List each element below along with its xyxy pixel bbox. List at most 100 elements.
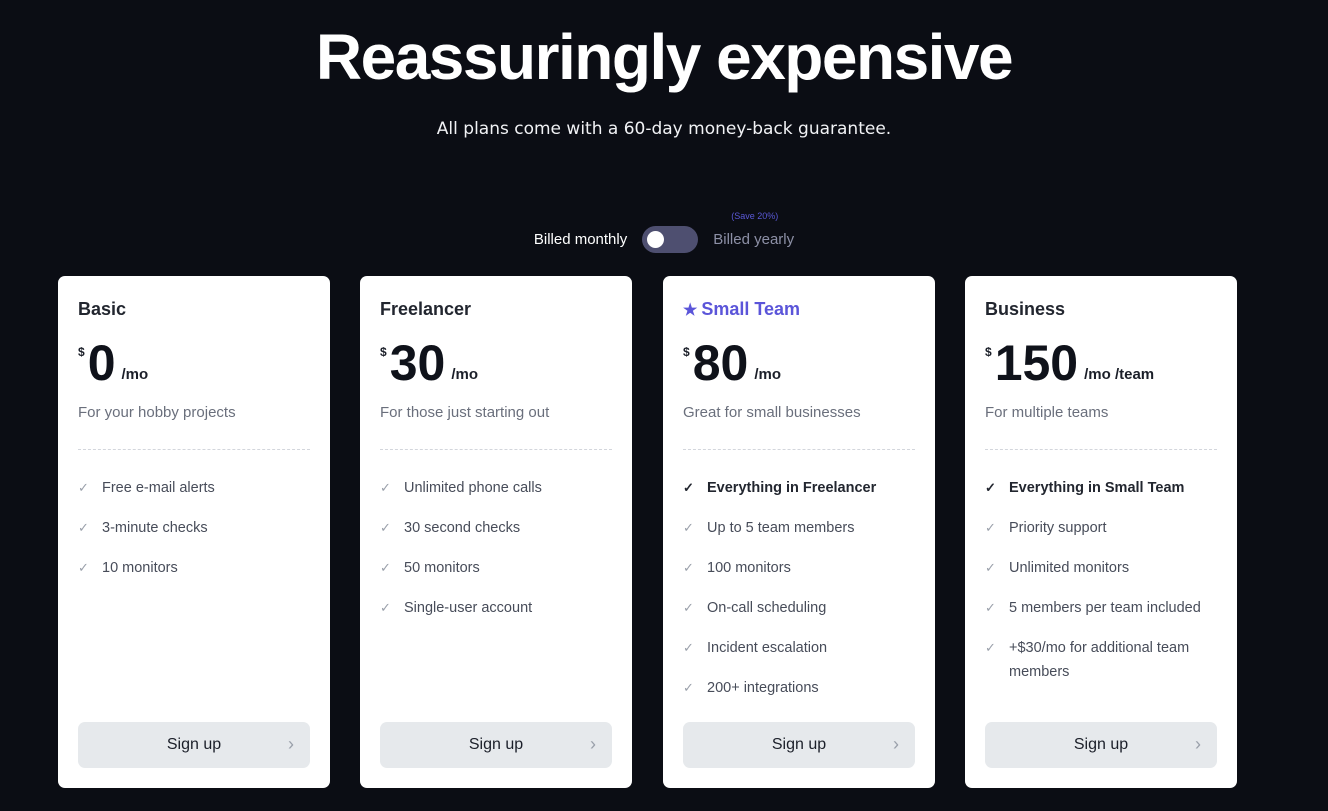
- plan-name: Business: [985, 299, 1066, 319]
- plan-price: $ 30 /mo: [380, 336, 478, 390]
- signup-button-freelancer[interactable]: Sign up ›: [380, 722, 612, 768]
- check-icon: ✓: [78, 520, 89, 535]
- feature-item: ✓ Up to 5 team members: [683, 516, 921, 540]
- plan-card-small-team: ★ Small Team $ 80 /mo Great for small bus…: [663, 276, 935, 788]
- price-amount: 30: [389, 335, 446, 391]
- feature-text: 200+ integrations: [707, 680, 819, 696]
- feature-text: Unlimited phone calls: [404, 480, 542, 496]
- star-icon: ★: [683, 302, 698, 319]
- currency-symbol: $: [78, 345, 85, 359]
- check-icon: ✓: [380, 520, 391, 535]
- feature-text: Free e-mail alerts: [102, 480, 215, 496]
- feature-item: ✓ 100 monitors: [683, 556, 921, 580]
- chevron-right-icon: ›: [893, 734, 899, 754]
- price-period: /mo: [451, 366, 478, 383]
- divider: [985, 449, 1217, 450]
- feature-text: 50 monitors: [404, 560, 480, 576]
- feature-item: ✓ Unlimited monitors: [985, 556, 1217, 580]
- plan-description: For multiple teams: [985, 404, 1109, 421]
- check-icon: ✓: [985, 560, 996, 575]
- feature-item: ✓ 30 second checks: [380, 516, 618, 540]
- save-badge: (Save 20%): [731, 210, 779, 221]
- feature-item: ✓ Single-user account: [380, 596, 618, 620]
- check-icon: ✓: [380, 560, 391, 575]
- feature-text: Priority support: [1009, 520, 1107, 536]
- feature-text: Unlimited monitors: [1009, 560, 1130, 576]
- feature-item: ✓ Free e-mail alerts: [78, 476, 316, 500]
- billed-yearly-label[interactable]: (Save 20%) Billed yearly: [713, 211, 795, 248]
- divider: [78, 449, 310, 450]
- feature-text: +$30/mo for additional team members: [1009, 640, 1190, 680]
- check-icon: ✓: [78, 560, 89, 575]
- signup-label: Sign up: [1073, 736, 1129, 753]
- check-icon: ✓: [380, 480, 391, 495]
- plan-name: Basic: [78, 299, 127, 319]
- toggle-knob: [647, 230, 665, 248]
- plan-description: For your hobby projects: [78, 404, 236, 421]
- page-subtitle: All plans come with a 60-day money-back …: [436, 119, 892, 139]
- currency-symbol: $: [380, 345, 387, 359]
- feature-text: Incident escalation: [707, 640, 828, 656]
- currency-symbol: $: [985, 345, 992, 359]
- feature-item: ✓ 3-minute checks: [78, 516, 316, 540]
- plan-description: For those just starting out: [380, 404, 550, 421]
- feature-item: ✓ 50 monitors: [380, 556, 618, 580]
- plan-name-featured: ★ Small Team: [683, 299, 800, 320]
- signup-button-small-team[interactable]: Sign up ›: [683, 722, 915, 768]
- price-period: /mo /team: [1084, 366, 1155, 383]
- feature-text: Single-user account: [404, 600, 533, 616]
- feature-item: ✓ Everything in Small Team: [985, 476, 1217, 500]
- plan-description: Great for small businesses: [683, 404, 861, 421]
- chevron-right-icon: ›: [1195, 734, 1201, 754]
- divider: [683, 449, 915, 450]
- signup-button-basic[interactable]: Sign up ›: [78, 722, 310, 768]
- billed-yearly-text: Billed yearly: [713, 230, 795, 248]
- feature-item: ✓ 200+ integrations: [683, 676, 921, 700]
- check-icon: ✓: [985, 600, 996, 615]
- plan-card-business: Business $ 150 /mo /team For multiple te…: [965, 276, 1237, 788]
- billed-monthly-label[interactable]: Billed monthly: [534, 231, 627, 248]
- feature-text: 5 members per team included: [1009, 600, 1201, 616]
- price-period: /mo: [754, 366, 781, 383]
- check-icon: ✓: [985, 640, 996, 655]
- signup-label: Sign up: [771, 736, 827, 753]
- chevron-right-icon: ›: [288, 734, 294, 754]
- feature-item: ✓ Incident escalation: [683, 636, 921, 660]
- billing-toggle[interactable]: [642, 225, 699, 253]
- plan-price: $ 0 /mo: [78, 336, 148, 390]
- check-icon: ✓: [683, 600, 694, 615]
- price-period: /mo: [121, 366, 149, 383]
- feature-text: 30 second checks: [404, 520, 521, 536]
- feature-text: Up to 5 team members: [707, 520, 855, 536]
- check-icon: ✓: [380, 600, 391, 615]
- plan-price: $ 80 /mo: [683, 336, 781, 390]
- feature-text: 100 monitors: [707, 560, 791, 576]
- feature-list: ✓ Everything in Freelancer ✓ Up to 5 team …: [683, 476, 921, 716]
- feature-text: On-call scheduling: [707, 600, 827, 616]
- feature-item: ✓ Everything in Freelancer: [683, 476, 921, 500]
- feature-text: Everything in Small Team: [1009, 480, 1185, 496]
- plan-card-basic: Basic $ 0 /mo For your hobby projects ✓ F…: [58, 276, 330, 788]
- feature-item: ✓ Priority support: [985, 516, 1217, 540]
- feature-item: ✓ 5 members per team included: [985, 596, 1217, 620]
- currency-symbol: $: [683, 345, 690, 359]
- check-icon: ✓: [683, 520, 694, 535]
- feature-list: ✓ Everything in Small Team ✓ Priority supp…: [985, 476, 1217, 700]
- feature-text: Everything in Freelancer: [707, 480, 877, 496]
- plan-name: Freelancer: [380, 299, 472, 319]
- billing-toggle-group: Billed monthly (Save 20%) Billed yearly: [0, 211, 1328, 253]
- check-icon: ✓: [683, 640, 694, 655]
- signup-label: Sign up: [166, 736, 222, 753]
- check-icon: ✓: [78, 480, 89, 495]
- feature-item: ✓ On-call scheduling: [683, 596, 921, 620]
- feature-list: ✓ Unlimited phone calls ✓ 30 second checks…: [380, 476, 618, 636]
- check-icon: ✓: [683, 480, 694, 495]
- check-icon: ✓: [683, 560, 694, 575]
- feature-text: 10 monitors: [102, 560, 178, 576]
- plan-card-freelancer: Freelancer $ 30 /mo For those just start…: [360, 276, 632, 788]
- signup-button-business[interactable]: Sign up ›: [985, 722, 1217, 768]
- feature-item: ✓ 10 monitors: [78, 556, 316, 580]
- plan-name: Small Team: [701, 299, 801, 319]
- feature-item: ✓ +$30/mo for additional team members: [985, 636, 1217, 684]
- price-amount: 80: [692, 335, 749, 391]
